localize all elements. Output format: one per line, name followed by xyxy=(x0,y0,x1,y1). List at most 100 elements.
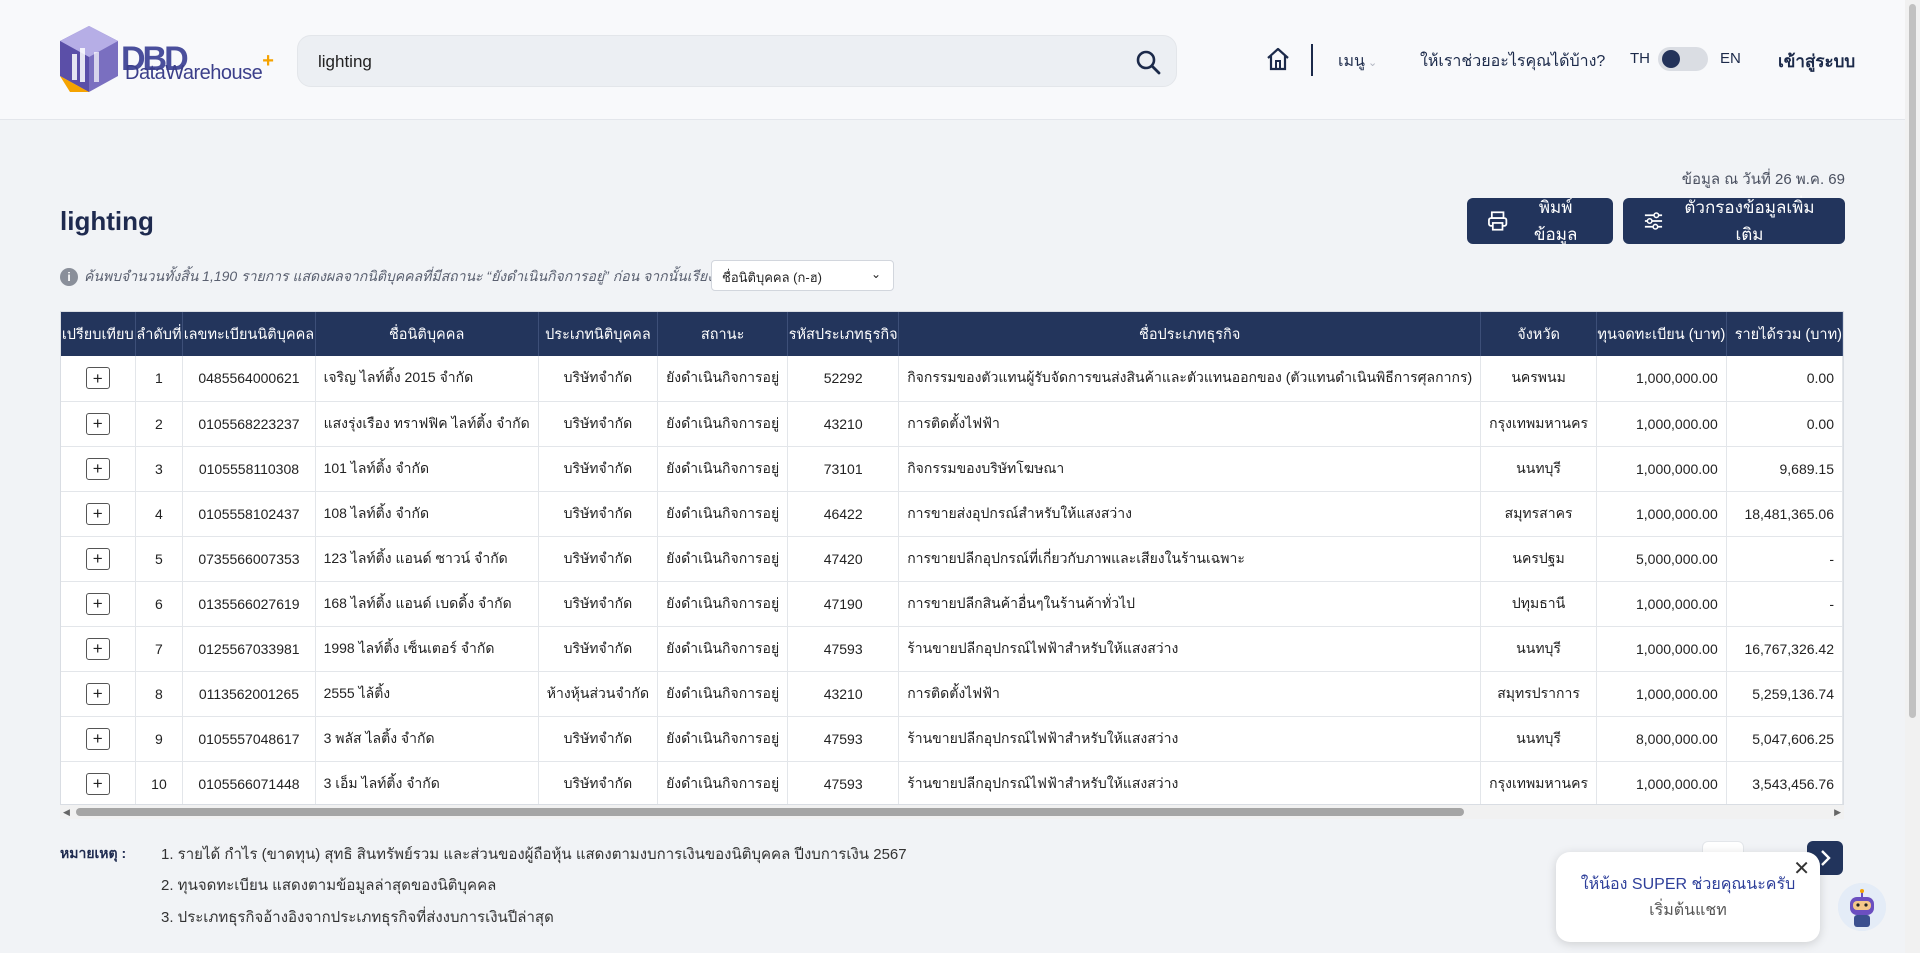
help-link[interactable]: ให้เราช่วยอะไรคุณได้บ้าง? xyxy=(1420,49,1605,74)
info-icon: i xyxy=(60,268,78,286)
compare-plus-button[interactable]: + xyxy=(85,727,110,750)
cell-compare: + xyxy=(61,716,136,762)
notes-label: หมายเหตุ : xyxy=(60,845,127,861)
table-row[interactable]: +4 0105558102437 108 ไลท์ติ้ง จำกัด บริษัทจ… xyxy=(61,491,1843,537)
chatbot-avatar-icon[interactable] xyxy=(1838,883,1886,931)
cell-company-name[interactable]: 1998 ไลท์ติ้ง เซ็นเตอร์ จำกัด xyxy=(315,626,539,672)
compare-plus-button[interactable]: + xyxy=(85,457,110,480)
table-row[interactable]: +1 0485564000621 เจริญ ไลท์ติ้ง 2015 จำกัด… xyxy=(61,356,1843,402)
cell-province: ปทุมธานี xyxy=(1480,581,1597,627)
page-vertical-scrollbar[interactable] xyxy=(1905,0,1920,953)
login-link[interactable]: เข้าสู่ระบบ xyxy=(1778,48,1855,75)
cell-compare: + xyxy=(61,761,136,804)
cell-province: นนทบุรี xyxy=(1480,626,1597,672)
header-province: จังหวัด xyxy=(1480,312,1597,356)
cell-capital: 8,000,000.00 xyxy=(1596,716,1727,762)
cell-company-type: บริษัทจำกัด xyxy=(538,491,659,537)
compare-plus-button[interactable]: + xyxy=(85,412,110,435)
table-row[interactable]: +6 0135566027619 168 ไลท์ติ้ง แอนด์ เบดดิ้… xyxy=(61,581,1843,627)
print-button-label: พิมพ์ข้อมูล xyxy=(1533,198,1578,244)
table-row[interactable]: +10 0105566071448 3 เอ็ม ไลท์ติ้ง จำกัด บริ… xyxy=(61,761,1843,804)
home-icon[interactable] xyxy=(1264,45,1292,73)
search-icon[interactable] xyxy=(1134,48,1162,76)
advanced-filter-button[interactable]: ตัวกรองข้อมูลเพิ่มเติม xyxy=(1623,198,1845,244)
compare-plus-button[interactable]: + xyxy=(85,682,110,705)
table-header-row: เปรียบเทียบ ลำดับที่ เลขทะเบียนนิติบุคคล… xyxy=(61,312,1843,356)
cell-business-type: การติดตั้งไฟฟ้า xyxy=(898,401,1482,447)
compare-plus-button[interactable]: + xyxy=(85,637,110,660)
cell-compare: + xyxy=(61,626,136,672)
print-button[interactable]: พิมพ์ข้อมูล xyxy=(1467,198,1613,244)
cell-company-name[interactable]: 108 ไลท์ติ้ง จำกัด xyxy=(315,491,539,537)
menu-dropdown[interactable]: เมนู ⌄ xyxy=(1338,49,1377,74)
cell-province: นนทบุรี xyxy=(1480,446,1597,492)
chat-popup[interactable]: ให้น้อง SUPER ช่วยคุณนะครับ เริ่มต้นแชท … xyxy=(1556,852,1820,942)
cell-status: ยังดำเนินกิจการอยู่ xyxy=(657,671,789,717)
cell-province: นครพนม xyxy=(1480,356,1597,402)
compare-plus-button[interactable]: + xyxy=(85,367,110,390)
cell-business-code: 47593 xyxy=(787,716,900,762)
cell-capital: 1,000,000.00 xyxy=(1596,761,1727,804)
compare-plus-button[interactable]: + xyxy=(85,772,110,795)
cell-company-name[interactable]: 3 พลัส ไลติ้ง จำกัด xyxy=(315,716,539,762)
cell-capital: 1,000,000.00 xyxy=(1596,671,1727,717)
cell-reg-no: 0735566007353 xyxy=(182,536,316,582)
cell-province: สมุทรปราการ xyxy=(1480,671,1597,717)
page-scroll-thumb[interactable] xyxy=(1909,4,1916,718)
close-icon[interactable]: ✕ xyxy=(1793,856,1810,881)
table-row[interactable]: +7 0125567033981 1998 ไลท์ติ้ง เซ็นเตอร์ จ… xyxy=(61,626,1843,672)
cell-company-name[interactable]: 2555 ไล้ติ้ง xyxy=(315,671,539,717)
chat-start-button[interactable]: เริ่มต้นแชท xyxy=(1556,898,1820,923)
header-order: ลำดับที่ xyxy=(135,312,184,356)
compare-plus-button[interactable]: + xyxy=(85,502,110,525)
language-toggle[interactable] xyxy=(1658,47,1708,71)
results-table: เปรียบเทียบ ลำดับที่ เลขทะเบียนนิติบุคคล… xyxy=(60,311,1844,805)
table-row[interactable]: +8 0113562001265 2555 ไล้ติ้ง ห้างหุ้นส่วนจ… xyxy=(61,671,1843,717)
cell-company-type: บริษัทจำกัด xyxy=(538,446,659,492)
cell-business-type: การขายปลีกสินค้าอื่นๆในร้านค้าทั่วไป xyxy=(898,581,1482,627)
cell-order: 1 xyxy=(135,356,184,402)
cell-company-name[interactable]: 123 ไลท์ติ้ง แอนด์ ซาวน์ จำกัด xyxy=(315,536,539,582)
cell-revenue: 5,259,136.74 xyxy=(1726,671,1843,717)
header-reg-no: เลขทะเบียนนิติบุคคล xyxy=(182,312,316,356)
table-row[interactable]: +3 0105558110308 101 ไลท์ติ้ง จำกัด บริษัทจ… xyxy=(61,446,1843,492)
cell-reg-no: 0105568223237 xyxy=(182,401,316,447)
compare-plus-button[interactable]: + xyxy=(85,547,110,570)
cell-company-name[interactable]: 101 ไลท์ติ้ง จำกัด xyxy=(315,446,539,492)
scrollbar-thumb[interactable] xyxy=(76,808,1464,816)
cell-company-name[interactable]: แสงรุ่งเรือง ทราฟฟิค ไลท์ติ้ง จำกัด xyxy=(315,401,539,447)
search-input[interactable] xyxy=(318,48,1098,76)
sort-select[interactable]: ชื่อนิติบุคคล (ก-ฮ) ⌄ xyxy=(711,260,894,291)
logo-cube-icon xyxy=(60,26,118,92)
table-horizontal-scrollbar[interactable]: ◀ ▶ xyxy=(60,805,1844,819)
cell-business-code: 47190 xyxy=(787,581,900,627)
dbd-logo[interactable]: DBD DataWarehouse + xyxy=(58,24,274,96)
note-2: 2. ทุนจดทะเบียน แสดงตามข้อมูลล่าสุดของนิ… xyxy=(161,877,497,894)
cell-revenue: 5,047,606.25 xyxy=(1726,716,1843,762)
table-row[interactable]: +9 0105557048617 3 พลัส ไลติ้ง จำกัด บริษัท… xyxy=(61,716,1843,762)
table-row[interactable]: +2 0105568223237 แสงรุ่งเรือง ทราฟฟิค ไลท์… xyxy=(61,401,1843,447)
result-summary: i ค้นพบจำนวนทั้งสิ้น 1,190 รายการ แสดงผล… xyxy=(60,262,740,292)
table-row[interactable]: +5 0735566007353 123 ไลท์ติ้ง แอนด์ ซาวน์ … xyxy=(61,536,1843,582)
cell-compare: + xyxy=(61,581,136,627)
cell-company-type: บริษัทจำกัด xyxy=(538,716,659,762)
cell-company-type: บริษัทจำกัด xyxy=(538,356,659,402)
header-business-type: ชื่อประเภทธุรกิจ xyxy=(898,312,1482,356)
cell-company-name[interactable]: 3 เอ็ม ไลท์ติ้ง จำกัด xyxy=(315,761,539,804)
cell-province: กรุงเทพมหานคร xyxy=(1480,761,1597,804)
cell-order: 2 xyxy=(135,401,184,447)
cell-company-name[interactable]: เจริญ ไลท์ติ้ง 2015 จำกัด xyxy=(315,356,539,402)
header-company-name: ชื่อนิติบุคคล xyxy=(315,312,539,356)
print-icon xyxy=(1488,211,1508,231)
search-bar xyxy=(297,35,1177,87)
compare-plus-button[interactable]: + xyxy=(85,592,110,615)
cell-compare: + xyxy=(61,356,136,402)
scroll-right-icon[interactable]: ▶ xyxy=(1834,807,1841,818)
scroll-left-icon[interactable]: ◀ xyxy=(63,807,70,818)
cell-revenue: 0.00 xyxy=(1726,356,1843,402)
note-3: 3. ประเภทธุรกิจอ้างอิงจากประเภทธุรกิจที่… xyxy=(161,909,554,926)
cell-order: 10 xyxy=(135,761,184,804)
cell-capital: 1,000,000.00 xyxy=(1596,626,1727,672)
cell-company-name[interactable]: 168 ไลท์ติ้ง แอนด์ เบดดิ้ง จำกัด xyxy=(315,581,539,627)
cell-order: 4 xyxy=(135,491,184,537)
